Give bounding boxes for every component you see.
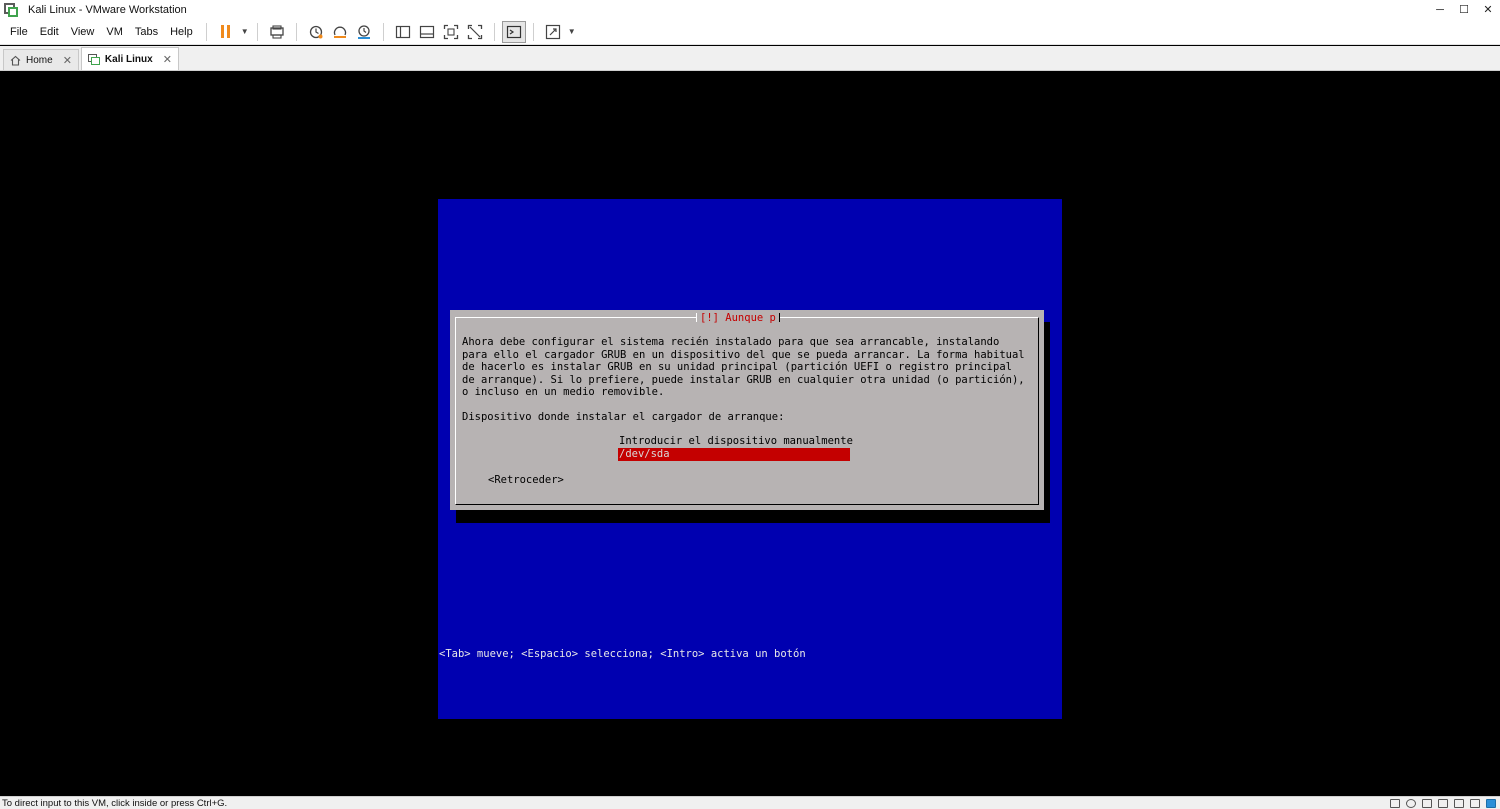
hard-disk-icon[interactable]: [1390, 799, 1400, 808]
snapshot-manager-icon[interactable]: [352, 21, 376, 43]
toolbar-separator: [382, 22, 384, 41]
message-icon[interactable]: [1486, 799, 1496, 808]
close-icon[interactable]: ✕: [163, 53, 172, 66]
snapshot-icon[interactable]: [304, 21, 328, 43]
menu-tabs[interactable]: Tabs: [129, 19, 164, 45]
menu-view[interactable]: View: [65, 19, 101, 45]
device-icons: [1384, 797, 1496, 809]
printer-icon[interactable]: [1470, 799, 1480, 808]
chevron-down-icon[interactable]: ▼: [240, 27, 250, 36]
vm-icon: [87, 53, 100, 65]
close-icon[interactable]: ✕: [63, 54, 72, 67]
status-bar: To direct input to this VM, click inside…: [0, 796, 1500, 809]
menu-toolbar: File Edit View VM Tabs Help ▼ ▼: [0, 19, 1500, 45]
library-icon[interactable]: [391, 21, 415, 43]
cd-rom-icon[interactable]: [1406, 799, 1416, 808]
keyboard-hint: <Tab> mueve; <Espacio> selecciona; <Intr…: [438, 648, 1056, 661]
usb-icon[interactable]: [1438, 799, 1448, 808]
toolbar-separator: [205, 22, 207, 41]
dialog-title: [!] Aunque p: [696, 311, 780, 325]
home-icon: [10, 55, 21, 66]
menu-vm[interactable]: VM: [100, 19, 129, 45]
close-button[interactable]: ✕: [1476, 0, 1500, 19]
vm-console[interactable]: [!] Aunque p Ahora debe configurar el si…: [0, 71, 1500, 796]
menu-file[interactable]: File: [4, 19, 34, 45]
tab-home[interactable]: Home ✕: [3, 49, 79, 70]
pause-icon[interactable]: [214, 21, 238, 43]
send-ctrl-alt-del-icon[interactable]: [265, 21, 289, 43]
window-controls: ─ ☐ ✕: [1428, 0, 1500, 19]
maximize-button[interactable]: ☐: [1452, 0, 1476, 19]
tab-kali-linux[interactable]: Kali Linux ✕: [80, 47, 179, 70]
full-screen-icon[interactable]: [439, 21, 463, 43]
chevron-down-icon[interactable]: ▼: [567, 27, 577, 36]
minimize-button[interactable]: ─: [1428, 0, 1452, 19]
menu-help[interactable]: Help: [164, 19, 199, 45]
menu-edit[interactable]: Edit: [34, 19, 65, 45]
vmware-logo-icon: [4, 2, 18, 17]
grub-install-dialog: [!] Aunque p Ahora debe configurar el si…: [450, 310, 1044, 510]
tab-kali-linux-label: Kali Linux: [104, 53, 153, 65]
toolbar-separator: [532, 22, 534, 41]
dialog-prompt: Dispositivo donde instalar el cargador d…: [462, 411, 785, 423]
back-button[interactable]: <Retroceder>: [488, 474, 564, 487]
dialog-description: Ahora debe configurar el sistema recién …: [462, 336, 1025, 398]
title-bar: Kali Linux - VMware Workstation ─ ☐ ✕: [0, 0, 1500, 19]
thumbnail-icon[interactable]: [415, 21, 439, 43]
window-title: Kali Linux - VMware Workstation: [28, 3, 187, 16]
toolbar-separator: [493, 22, 495, 41]
toolbar-separator: [256, 22, 258, 41]
status-text: To direct input to this VM, click inside…: [2, 797, 228, 809]
console-icon[interactable]: [501, 20, 526, 43]
unity-icon[interactable]: [463, 21, 487, 43]
option-manual-device[interactable]: Introducir el dispositivo manualmente: [618, 435, 853, 448]
tab-bar: Home ✕ Kali Linux ✕: [0, 46, 1500, 71]
tab-home-label: Home: [26, 54, 53, 66]
sound-icon[interactable]: [1454, 799, 1464, 808]
option-dev-sda[interactable]: /dev/sda: [618, 448, 850, 461]
network-icon[interactable]: [1422, 799, 1432, 808]
toolbar-separator: [295, 22, 297, 41]
revert-snapshot-icon[interactable]: [328, 21, 352, 43]
stretch-icon[interactable]: [541, 21, 565, 43]
